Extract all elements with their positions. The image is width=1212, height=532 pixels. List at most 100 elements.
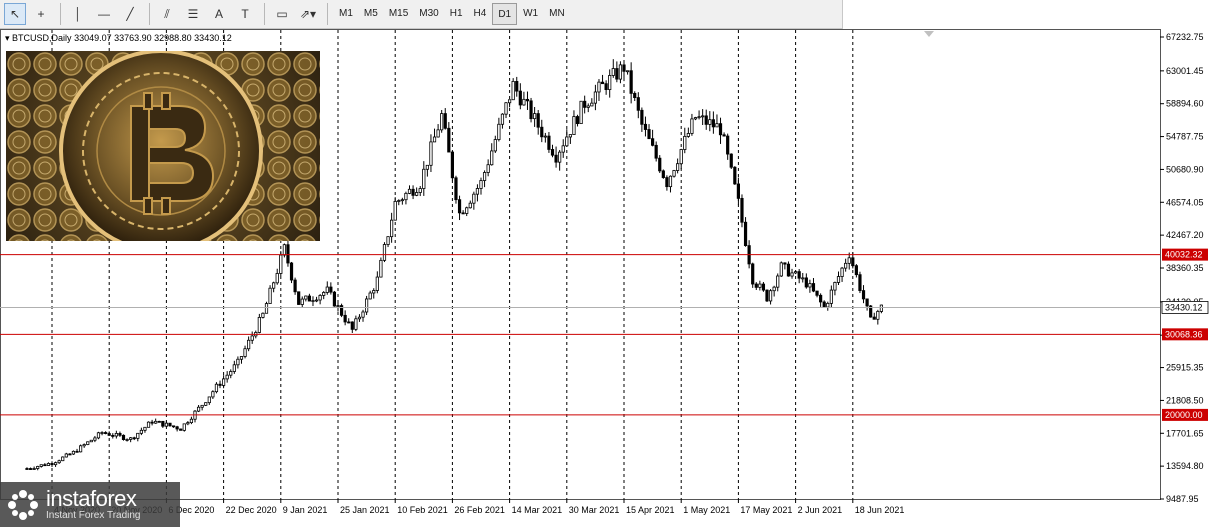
candle-body <box>568 134 572 138</box>
candle-body <box>275 273 279 284</box>
collapse-arrow-icon[interactable]: ▾ <box>5 33 12 43</box>
chart-shift-marker-icon[interactable] <box>924 31 934 37</box>
timeframe-h4[interactable]: H4 <box>469 3 492 25</box>
candle-body <box>146 421 151 428</box>
timeframe-m1[interactable]: M1 <box>334 3 358 25</box>
candle-body <box>701 115 705 118</box>
candle-body <box>129 437 133 440</box>
price-axis-label: 21808.50 <box>1166 395 1204 405</box>
candle-body <box>490 150 494 166</box>
candle-body <box>518 90 522 106</box>
candle-body <box>411 188 415 196</box>
time-axis-label: 15 Apr 2021 <box>626 505 675 515</box>
candle-body <box>743 221 748 247</box>
candle-body <box>844 262 848 269</box>
candle-body <box>443 113 447 129</box>
candle-body <box>482 172 487 181</box>
candle-body <box>668 175 673 188</box>
price-axis-label: 25915.35 <box>1166 363 1204 373</box>
candle-body <box>507 99 512 104</box>
timeframe-m30[interactable]: M30 <box>414 3 443 25</box>
vertical-line-icon[interactable]: │ <box>67 3 89 25</box>
timeframe-m5[interactable]: M5 <box>359 3 383 25</box>
candle-body <box>858 274 862 291</box>
time-axis-label: 18 Jun 2021 <box>855 505 905 515</box>
timeframe-m15[interactable]: M15 <box>384 3 413 25</box>
candle-body <box>629 70 633 94</box>
candle-body <box>218 383 222 386</box>
candle-body <box>804 277 808 288</box>
text-label-icon[interactable]: T <box>234 3 256 25</box>
candle-body <box>57 460 61 464</box>
candle-body <box>386 236 390 245</box>
candle-body <box>314 299 319 302</box>
ohlc-values: 33049.07 33763.90 32988.80 33430.12 <box>74 33 232 43</box>
candle-body <box>472 193 476 204</box>
candle-body <box>350 321 354 330</box>
candle-body <box>382 244 387 261</box>
candle-body <box>196 406 201 412</box>
timeframe-w1[interactable]: W1 <box>518 3 543 25</box>
candle-body <box>347 321 351 324</box>
candle-body <box>468 202 472 209</box>
horizontal-line-icon[interactable]: — <box>93 3 115 25</box>
candle-body <box>375 276 379 291</box>
candle-body <box>232 364 236 372</box>
symbol-label: BTCUSD,Daily <box>12 33 72 43</box>
candle-body <box>404 192 408 201</box>
candle-body <box>794 271 798 274</box>
candle-body <box>497 123 501 140</box>
candle-body <box>754 283 758 288</box>
candle-body <box>104 432 108 434</box>
candle-body <box>765 289 769 302</box>
channel-icon[interactable]: ⫽ <box>156 3 178 25</box>
candle-body <box>179 428 183 431</box>
candle-body <box>107 433 111 436</box>
time-axis-label: 14 Mar 2021 <box>512 505 563 515</box>
candle-body <box>229 371 233 376</box>
candle-body <box>400 199 404 202</box>
candle-body <box>100 432 104 434</box>
arrows-icon[interactable]: ⇗▾ <box>297 3 319 25</box>
candle-body <box>164 422 168 427</box>
candle-body <box>272 282 276 289</box>
candle-body <box>264 303 269 314</box>
candle-body <box>801 277 805 280</box>
candle-body <box>336 305 340 307</box>
candle-body <box>500 113 505 125</box>
candle-body <box>450 151 455 179</box>
candle-body <box>261 312 265 318</box>
timeframe-h1[interactable]: H1 <box>445 3 468 25</box>
candle-body <box>343 314 347 323</box>
candle-body <box>529 100 533 120</box>
candle-body <box>840 267 844 277</box>
timeframe-mn[interactable]: MN <box>544 3 570 25</box>
candle-body <box>776 275 780 288</box>
candle-body <box>879 304 884 312</box>
candle-body <box>250 335 254 341</box>
candle-body <box>293 279 297 293</box>
crosshair-icon[interactable]: + <box>30 3 52 25</box>
candle-body <box>547 135 551 150</box>
candle-body <box>300 298 304 305</box>
cursor-icon[interactable]: ↖ <box>4 3 26 25</box>
text-icon[interactable]: A <box>208 3 230 25</box>
trendline-icon[interactable]: ╱ <box>119 3 141 25</box>
level-label: 20000.00 <box>1165 410 1203 420</box>
shapes-icon[interactable]: ▭ <box>271 3 293 25</box>
candle-body <box>465 207 469 214</box>
candle-body <box>615 68 619 80</box>
candle-body <box>861 290 866 300</box>
candle-body <box>590 102 594 107</box>
candle-body <box>836 276 841 283</box>
candle-body <box>61 456 65 462</box>
timeframe-d1[interactable]: D1 <box>492 3 518 25</box>
toolbar-separator <box>60 3 61 25</box>
candle-body <box>154 420 158 424</box>
candle-body <box>175 426 179 430</box>
fibonacci-icon[interactable]: ☰ <box>182 3 204 25</box>
time-axis-label: 26 Feb 2021 <box>454 505 505 515</box>
candle-body <box>354 318 358 330</box>
candle-body <box>522 98 526 106</box>
candle-body <box>819 294 823 303</box>
